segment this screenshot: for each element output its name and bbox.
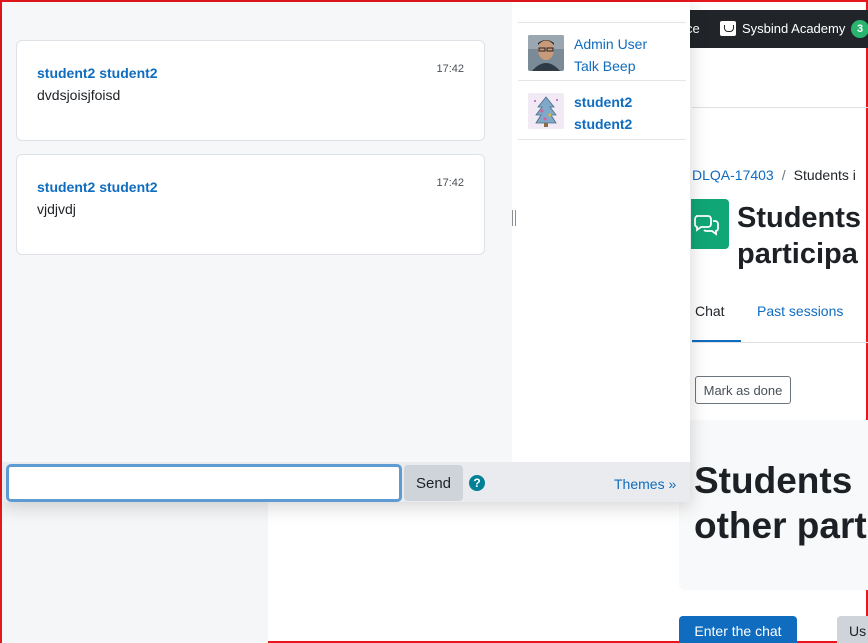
users-panel: Admin User Talk Beep student2 student2 [512,2,690,462]
message-card: student2 student2 17:42 vjdjvdj [16,154,485,255]
themes-link[interactable]: Themes » [614,476,676,492]
message-author[interactable]: student2 student2 [37,179,158,195]
breadcrumb: DLQA-17403 / Students i [692,167,856,183]
breadcrumb-course-link[interactable]: DLQA-17403 [692,167,774,183]
tab-chat[interactable]: Chat [695,303,725,319]
admin-photo-avatar[interactable] [528,35,564,71]
tab-past-sessions[interactable]: Past sessions [757,303,843,319]
enter-chat-button[interactable]: Enter the chat [679,616,797,643]
page-title-line2: participa [737,238,858,270]
help-icon[interactable]: ? [469,475,485,491]
background-left-panel [2,502,268,643]
page-title: Students participa [737,200,861,272]
speech-bubbles-icon [694,215,719,236]
message-time: 17:42 [436,177,464,189]
student-drawing-avatar[interactable] [528,93,564,129]
panel-resize-handle[interactable] [512,210,516,226]
site-logo-icon[interactable] [720,21,736,36]
message-input[interactable] [6,464,402,502]
chat-activity-icon [691,199,729,249]
user-name-line2[interactable]: Talk Beep [574,55,647,77]
user-name-line2[interactable]: student2 [574,113,632,135]
user-item[interactable]: Admin User Talk Beep [518,22,686,80]
user-name-link[interactable]: student2 student2 [574,91,632,135]
user-name-line1[interactable]: Admin User [574,33,647,55]
send-button[interactable]: Send [404,465,463,501]
user-name-link[interactable]: Admin User Talk Beep [574,33,647,77]
activity-heading: Students other part [694,458,867,548]
message-time: 17:42 [436,63,464,75]
user-name-line1[interactable]: student2 [574,91,632,113]
top-navbar: ce Sysbind Academy 3 [682,10,868,48]
users-list-divider [518,139,686,140]
breadcrumb-separator: / [781,167,786,183]
message-text: vjdjvdj [37,201,76,217]
header-divider [692,107,868,108]
page-title-line1: Students [737,202,862,234]
activity-heading-line1: Students [694,460,853,501]
user-item[interactable]: student2 student2 [518,80,686,138]
notification-badge[interactable]: 3 [851,20,868,38]
activity-heading-line2: other part [694,505,867,546]
message-card: student2 student2 17:42 dvdsjoisjfoisd [16,40,485,141]
mark-as-done-button[interactable]: Mark as done [695,376,791,404]
site-name-link[interactable]: Sysbind Academy [742,21,845,36]
messages-area[interactable]: student2 student2 17:42 dvdsjoisjfoisd s… [2,2,510,462]
message-author[interactable]: student2 student2 [37,65,158,81]
chat-input-bar: Send ? Themes » [2,462,690,502]
message-text: dvdsjoisjfoisd [37,87,121,103]
tabs-divider [692,342,868,343]
use-accessible-interface-button[interactable]: Us [837,616,868,643]
breadcrumb-current: Students i [793,167,856,183]
chat-window: student2 student2 17:42 dvdsjoisjfoisd s… [2,2,690,502]
